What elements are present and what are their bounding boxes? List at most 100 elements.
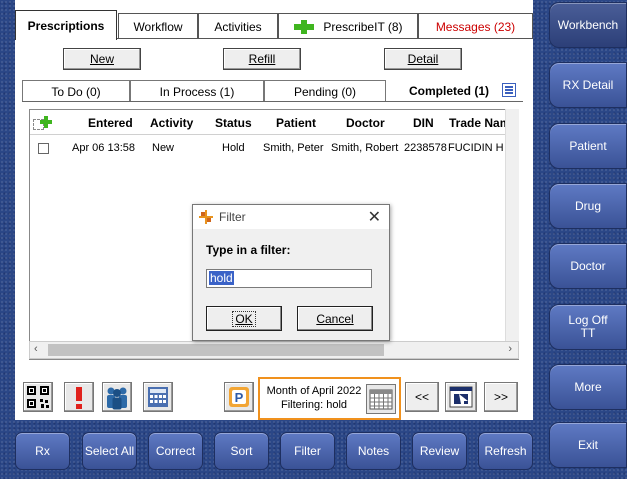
main-tab-bar: Prescriptions Workflow Activities Prescr…: [15, 10, 533, 40]
next-month-label: >>: [493, 390, 508, 404]
rx-button-label: Rx: [35, 444, 50, 458]
sort-button-label: Sort: [230, 444, 253, 458]
subtab-completed[interactable]: Completed (1): [400, 80, 498, 102]
side-exit-button[interactable]: Exit: [549, 422, 627, 468]
prescribeit-plus-icon: [293, 19, 315, 34]
col-patient[interactable]: Patient: [276, 116, 316, 130]
calendar-icon: [369, 389, 393, 410]
correct-button-label: Correct: [155, 444, 196, 458]
correct-button[interactable]: Correct: [148, 432, 203, 470]
col-status[interactable]: Status: [215, 116, 252, 130]
sort-button[interactable]: Sort: [214, 432, 269, 470]
cell-activity: New: [152, 142, 175, 154]
next-month-button[interactable]: >>: [484, 382, 518, 412]
side-drug-button[interactable]: Drug: [549, 183, 627, 229]
side-rx-detail-button[interactable]: RX Detail: [549, 62, 627, 108]
side-workbench-label: Workbench: [557, 17, 619, 32]
subtab-divider: [22, 101, 523, 102]
refill-button-label: Refill: [248, 52, 276, 66]
subtab-pending[interactable]: Pending (0): [264, 80, 386, 102]
prev-month-button[interactable]: <<: [405, 382, 439, 412]
new-button-label: New: [89, 52, 114, 66]
side-drug-label: Drug: [574, 198, 601, 213]
close-icon[interactable]: ✕: [368, 207, 381, 227]
cell-entered: Apr 06 13:58: [72, 142, 135, 154]
subtab-in-process[interactable]: In Process (1): [130, 80, 264, 102]
refill-button[interactable]: Refill: [223, 48, 301, 70]
side-doctor-button[interactable]: Doctor: [549, 243, 627, 289]
side-logoff-button[interactable]: Log Off TT: [549, 304, 627, 350]
subtab-todo-label: To Do (0): [51, 84, 101, 99]
side-logoff-label: Log Off TT: [568, 313, 608, 340]
ok-button[interactable]: OK: [206, 306, 282, 331]
filter-button[interactable]: Filter: [280, 432, 335, 470]
scroll-right-icon[interactable]: ›: [508, 343, 512, 355]
p-logo-icon: P: [229, 387, 249, 407]
prev-month-label: <<: [414, 390, 429, 404]
col-trade-name[interactable]: Trade Nam: [449, 116, 510, 130]
notes-button-label: Notes: [357, 444, 390, 458]
col-entered[interactable]: Entered: [88, 116, 133, 130]
cell-status: Hold: [222, 142, 245, 154]
qr-code-button[interactable]: [23, 382, 53, 412]
side-patient-button[interactable]: Patient: [549, 123, 627, 169]
tab-activities-label: Activities: [214, 19, 262, 34]
date-filter-text: Month of April 2022 Filtering: hold: [264, 384, 364, 412]
calculator-button[interactable]: [143, 382, 173, 412]
select-all-button[interactable]: Select All: [82, 432, 137, 470]
review-button[interactable]: Review: [412, 432, 467, 470]
users-icon: [107, 387, 127, 410]
detail-button-label: Detail: [407, 52, 439, 66]
tab-prescribeit[interactable]: PrescribeIT (8): [278, 13, 418, 39]
tab-activities[interactable]: Activities: [198, 13, 278, 39]
col-din[interactable]: DIN: [413, 116, 434, 130]
calendar-button[interactable]: [366, 384, 396, 414]
scroll-left-icon[interactable]: ‹: [34, 343, 38, 355]
tab-workflow-label: Workflow: [133, 19, 183, 34]
export-button[interactable]: [445, 382, 477, 412]
new-button[interactable]: New: [63, 48, 141, 70]
ok-button-label: OK: [232, 310, 256, 327]
cell-trade-name: FUCIDIN H: [448, 142, 504, 154]
side-rx-detail-label: RX Detail: [562, 77, 614, 92]
filter-icon: [199, 210, 213, 224]
cancel-button[interactable]: Cancel: [297, 306, 373, 331]
col-doctor[interactable]: Doctor: [346, 116, 385, 130]
add-row-icon[interactable]: [33, 114, 55, 132]
date-filter-box: Month of April 2022 Filtering: hold: [258, 377, 401, 420]
tab-messages[interactable]: Messages (23): [418, 13, 533, 39]
subtab-completed-label: Completed (1): [408, 84, 489, 98]
month-label: Month of April 2022: [266, 385, 362, 397]
p-button[interactable]: P: [224, 382, 254, 412]
vertical-scrollbar[interactable]: [505, 109, 519, 341]
subtab-todo[interactable]: To Do (0): [22, 80, 130, 102]
horizontal-scrollbar[interactable]: ‹ ›: [29, 341, 519, 359]
alert-button[interactable]: [64, 382, 94, 412]
filter-label: Type in a filter:: [206, 243, 291, 257]
row-checkbox[interactable]: [38, 143, 49, 154]
filter-dialog: Filter ✕ Type in a filter: hold OK Cance…: [192, 204, 390, 341]
side-workbench-button[interactable]: Workbench: [549, 2, 627, 48]
exclamation-icon: [76, 387, 82, 409]
col-activity[interactable]: Activity: [150, 116, 193, 130]
cancel-button-label: Cancel: [316, 311, 354, 326]
refresh-button[interactable]: Refresh: [478, 432, 533, 470]
notes-button[interactable]: Notes: [346, 432, 401, 470]
filter-button-label: Filter: [294, 444, 321, 458]
tab-prescriptions[interactable]: Prescriptions: [15, 10, 117, 40]
side-exit-label: Exit: [577, 437, 598, 452]
filter-input[interactable]: hold: [206, 269, 372, 288]
rx-button[interactable]: Rx: [15, 432, 70, 470]
tab-prescribeit-label: PrescribeIT (8): [323, 19, 403, 34]
detail-button[interactable]: Detail: [384, 48, 462, 70]
scrollbar-thumb[interactable]: [48, 344, 384, 356]
cell-doctor: Smith, Robert: [331, 142, 399, 154]
list-view-icon[interactable]: [502, 83, 516, 97]
side-patient-label: Patient: [569, 138, 607, 153]
grid-header: Entered Activity Status Patient Doctor D…: [30, 110, 518, 135]
side-more-button[interactable]: More: [549, 364, 627, 410]
select-all-button-label: Select All: [84, 444, 135, 458]
users-button[interactable]: [102, 382, 132, 412]
calculator-icon: [148, 387, 168, 407]
tab-workflow[interactable]: Workflow: [118, 13, 198, 39]
